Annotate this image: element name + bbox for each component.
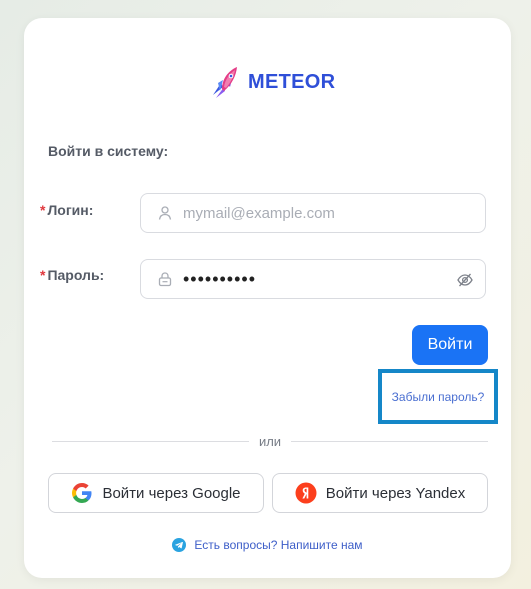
divider-line — [291, 441, 489, 442]
yandex-icon — [295, 482, 317, 504]
required-mark: * — [40, 202, 46, 218]
eye-off-icon[interactable] — [457, 272, 473, 288]
required-mark: * — [40, 267, 46, 283]
divider-label: или — [258, 434, 282, 449]
brand-logo: METEOR — [210, 65, 335, 99]
page-title: Войти в систему: — [48, 143, 169, 159]
help-link[interactable]: Есть вопросы? Напишите нам — [24, 538, 511, 552]
password-label: * Пароль: — [40, 267, 104, 283]
user-icon — [157, 205, 173, 221]
lock-icon — [157, 271, 173, 287]
login-button[interactable]: Войти — [412, 325, 488, 365]
login-input[interactable]: mymail@example.com — [140, 193, 486, 233]
brand-name: METEOR — [248, 70, 336, 93]
yandex-button-label: Войти через Yandex — [325, 484, 466, 502]
google-button-label: Войти через Google — [102, 484, 241, 502]
forgot-password-highlight: Забыли пароль? — [378, 369, 498, 424]
password-input[interactable]: •••••••••• — [140, 259, 486, 299]
or-divider: или — [52, 434, 489, 449]
password-value: •••••••••• — [183, 268, 257, 289]
google-login-button[interactable]: Войти через Google — [48, 473, 264, 513]
help-link-label: Есть вопросы? Напишите нам — [194, 538, 363, 552]
password-label-text: Пароль: — [47, 267, 105, 283]
yandex-login-button[interactable]: Войти через Yandex — [272, 473, 488, 513]
login-placeholder: mymail@example.com — [183, 204, 335, 222]
forgot-password-link[interactable]: Забыли пароль? — [392, 390, 485, 404]
google-icon — [71, 482, 93, 504]
login-card: METEOR Войти в систему: * Логин: mymail@e… — [24, 18, 511, 578]
rocket-logo-icon — [210, 65, 240, 99]
telegram-icon — [172, 538, 187, 552]
login-label: * Логин: — [40, 202, 93, 218]
login-label-text: Логин: — [47, 202, 94, 218]
divider-line — [52, 441, 249, 442]
